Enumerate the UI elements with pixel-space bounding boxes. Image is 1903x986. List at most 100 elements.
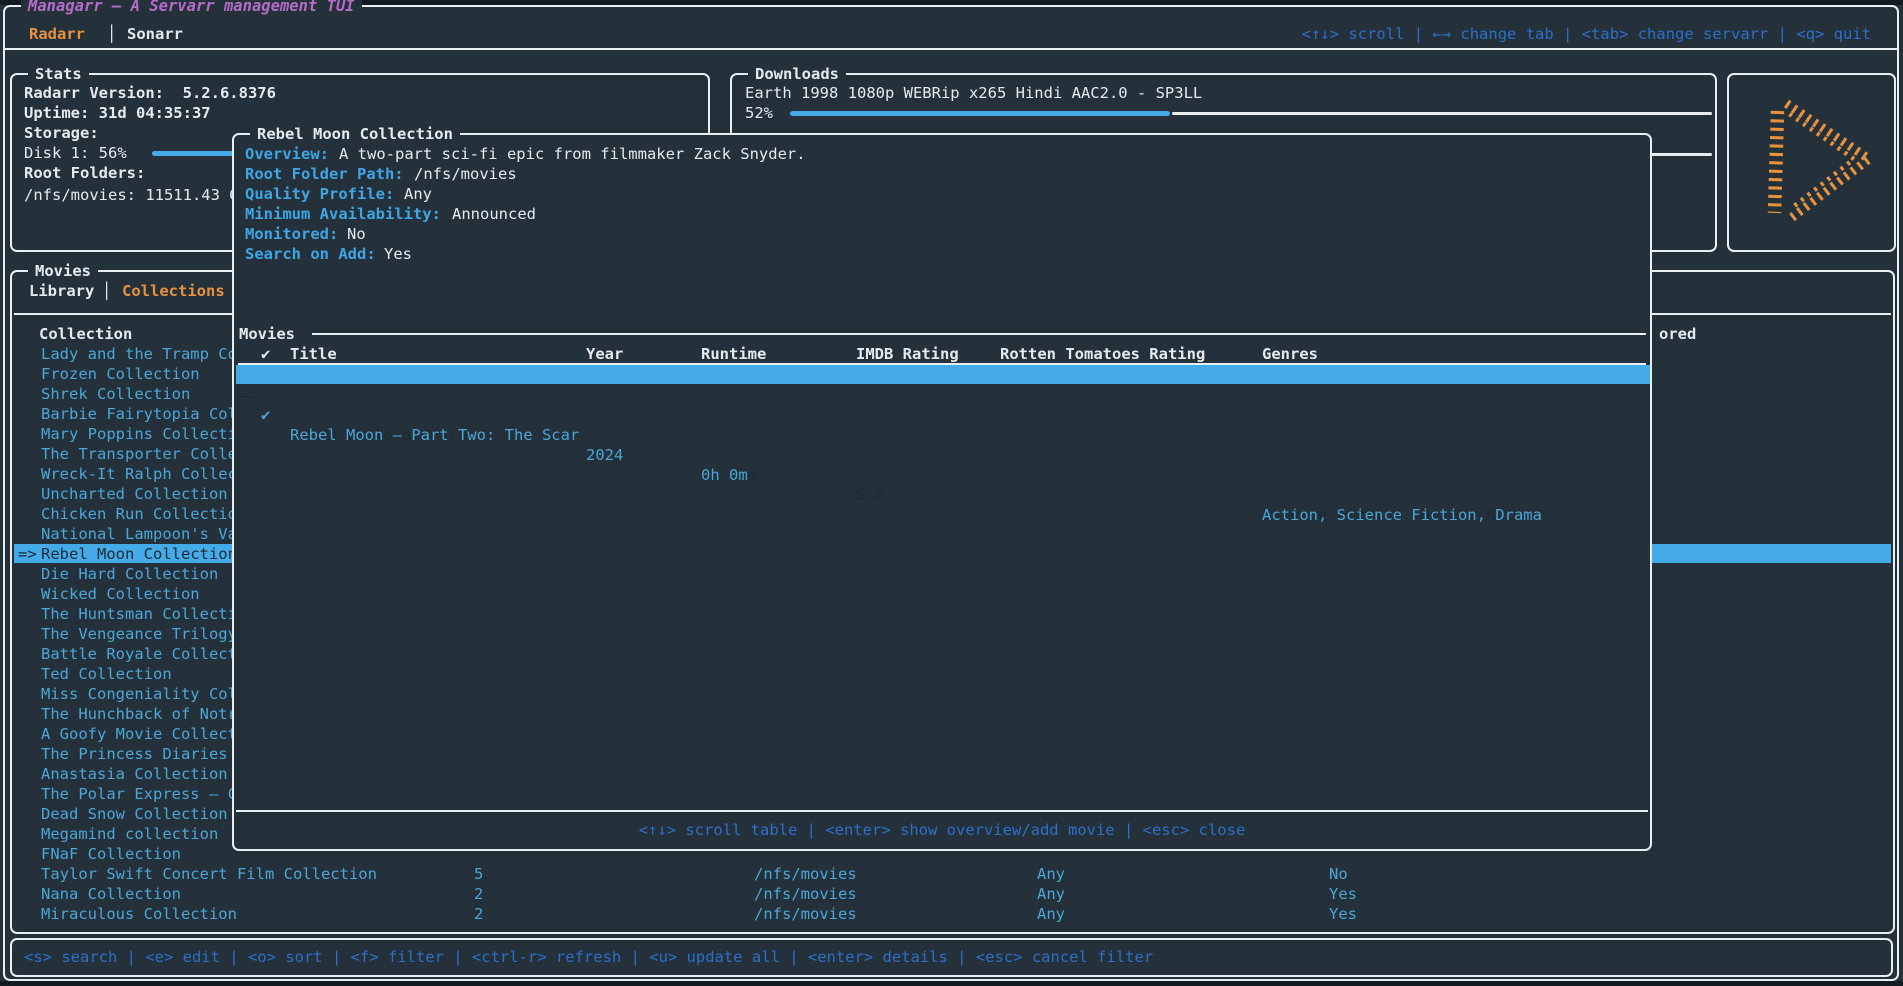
modal-movies-table-title: Movies — [239, 324, 295, 344]
collection-row[interactable]: Nana Collection2/nfs/moviesAnyYes — [14, 884, 1891, 904]
overview-label: Overview: — [245, 144, 329, 164]
logo-panel — [1727, 73, 1896, 252]
monitored-flag: No — [1329, 864, 1348, 884]
collection-name: Nana Collection — [41, 884, 181, 904]
quality-profile: Any — [1037, 884, 1065, 904]
collection-name: Mary Poppins Collecti — [41, 424, 237, 444]
collection-row[interactable]: Miraculous Collection 2/nfs/movies Any Yes — [14, 904, 1891, 924]
col-rt: Rotten Tomatoes Rating — [1000, 344, 1205, 364]
collection-name: Battle Royale Collect — [41, 644, 237, 664]
minimum-availability-label: Minimum Availability: — [245, 204, 441, 224]
root-folder-path-value: /nfs/movies — [414, 164, 517, 184]
collection-name: Chicken Run Collectio — [41, 504, 237, 524]
tab-radarr[interactable]: Radarr — [29, 24, 85, 44]
download-item-percent: 52% — [745, 103, 773, 123]
tab-separator: │ — [107, 24, 116, 44]
stats-panel-title: Stats — [28, 64, 89, 84]
tab-sonarr[interactable]: Sonarr — [127, 24, 183, 44]
collection-name: Frozen Collection — [41, 364, 200, 384]
col-check: ✔ — [261, 344, 270, 364]
col-imdb: IMDB Rating — [856, 344, 959, 364]
quality-profile-label: Quality Profile: — [245, 184, 394, 204]
quality-profile-value: Any — [404, 184, 432, 204]
collection-name: A Goofy Movie Collect — [41, 724, 237, 744]
collection-name: Dead Snow Collection — [41, 804, 228, 824]
root-folder-size: /nfs/movies: 11511.43 GB — [24, 185, 248, 205]
collection-name: Ted Collection — [41, 664, 172, 684]
modal-table-header: ✔ Title Year Runtime IMDB Rating Rotten … — [236, 344, 1650, 364]
quality-profile: Any — [1037, 864, 1065, 884]
modal-keybind-hints: <↑↓> scroll table | <enter> show overvie… — [234, 820, 1650, 840]
modal-footer-divider — [236, 810, 1648, 812]
search-on-add-value: Yes — [384, 244, 412, 264]
collection-name: Taylor Swift Concert Film Collection — [41, 864, 377, 884]
tabbar-divider — [5, 48, 1897, 50]
root-folders-label: Root Folders: — [24, 163, 145, 183]
overview-value: A two-part sci-fi epic from filmmaker Za… — [339, 144, 806, 164]
collection-name: Anastasia Collection — [41, 764, 228, 784]
modal-movie-row[interactable]: ✔ Rebel Moon – Part Two: The Scar 2024 0… — [236, 385, 1650, 404]
collection-name: National Lampoon's Va — [41, 524, 237, 544]
movie-count: 2 — [474, 904, 483, 924]
collection-name: The Transporter Colle — [41, 444, 237, 464]
modal-movies-title-line — [312, 333, 1646, 335]
uptime: Uptime: 31d 04:35:37 — [24, 103, 211, 123]
monitored-flag: Yes — [1329, 904, 1357, 924]
collection-name: The Princess Diaries — [41, 744, 228, 764]
monitored-check-icon: ✔ — [261, 405, 270, 425]
disk-usage-label: Disk 1: 56% — [24, 143, 127, 163]
managarr-play-logo-icon — [1737, 87, 1887, 237]
root-folder-path-label: Root Folder Path: — [245, 164, 404, 184]
movie-imdb: 5.6 — [856, 485, 884, 505]
collection-name: Uncharted Collection — [41, 484, 228, 504]
modal-movie-row[interactable]: => ✔ ne: A Child of Fire 2023 2h 14m 5.6… — [236, 365, 1650, 384]
modal-title: Rebel Moon Collection — [250, 124, 460, 144]
collection-name: The Polar Express – C — [41, 784, 237, 804]
root-folder-path: /nfs/movies — [754, 904, 857, 924]
download-gauge-filled — [790, 111, 1170, 116]
movie-count: 5 — [474, 864, 483, 884]
download-gauge-rest — [1172, 112, 1712, 115]
collection-name: Megamind collection — [41, 824, 218, 844]
quality-profile: Any — [1037, 904, 1065, 924]
collection-name: Wreck-It Ralph Collec — [41, 464, 237, 484]
col-year: Year — [586, 344, 623, 364]
minimum-availability-value: Announced — [452, 204, 536, 224]
collection-name: The Hunchback of Notr — [41, 704, 237, 724]
collection-name: The Huntsman Collecti — [41, 604, 237, 624]
terminal-bottom-edge — [0, 981, 1903, 986]
search-on-add-label: Search on Add: — [245, 244, 376, 264]
root-folder-path: /nfs/movies — [754, 864, 857, 884]
top-keybind-hints: <↑↓> scroll | ←→ change tab | <tab> chan… — [1302, 24, 1871, 44]
movie-runtime: 0h 0m — [701, 465, 748, 485]
selected-marker: => — [18, 544, 37, 564]
collection-name: Miraculous Collection — [41, 904, 237, 924]
collection-name: Rebel Moon Collection — [41, 544, 237, 564]
app-title: Managarr – A Servarr management TUI — [21, 0, 362, 16]
collection-name: Wicked Collection — [41, 584, 200, 604]
movie-genres: Action, Science Fiction, Drama — [1262, 505, 1542, 525]
collection-name: Shrek Collection — [41, 384, 190, 404]
collection-name: Barbie Fairytopia Col — [41, 404, 237, 424]
footer-keybind-hints: <s> search | <e> edit | <o> sort | <f> f… — [24, 947, 1153, 967]
col-runtime: Runtime — [701, 344, 766, 364]
col-genres: Genres — [1262, 344, 1318, 364]
download-item-title: Earth 1998 1080p WEBRip x265 Hindi AAC2.… — [745, 83, 1202, 103]
col-title: Title — [290, 344, 337, 364]
collection-details-modal: Rebel Moon Collection Overview: A two-pa… — [232, 133, 1652, 851]
footer-bar: <s> search | <e> edit | <o> sort | <f> f… — [10, 938, 1893, 977]
movie-year: 2024 — [586, 445, 623, 465]
movie-title: Rebel Moon – Part Two: The Scar — [290, 425, 579, 445]
collection-name: Lady and the Tramp Co — [41, 344, 237, 364]
root-folder-path: /nfs/movies — [754, 884, 857, 904]
storage-label: Storage: — [24, 123, 99, 143]
collection-name: Miss Congeniality Col — [41, 684, 237, 704]
monitored-flag: Yes — [1329, 884, 1357, 904]
monitored-value: No — [347, 224, 366, 244]
downloads-panel-title: Downloads — [748, 64, 846, 84]
collection-name: FNaF Collection — [41, 844, 181, 864]
collection-name: Die Hard Collection — [41, 564, 218, 584]
monitored-label: Monitored: — [245, 224, 338, 244]
radarr-version: Radarr Version: 5.2.6.8376 — [24, 83, 276, 103]
collection-row[interactable]: Taylor Swift Concert Film Collection 5/nf… — [14, 864, 1891, 884]
